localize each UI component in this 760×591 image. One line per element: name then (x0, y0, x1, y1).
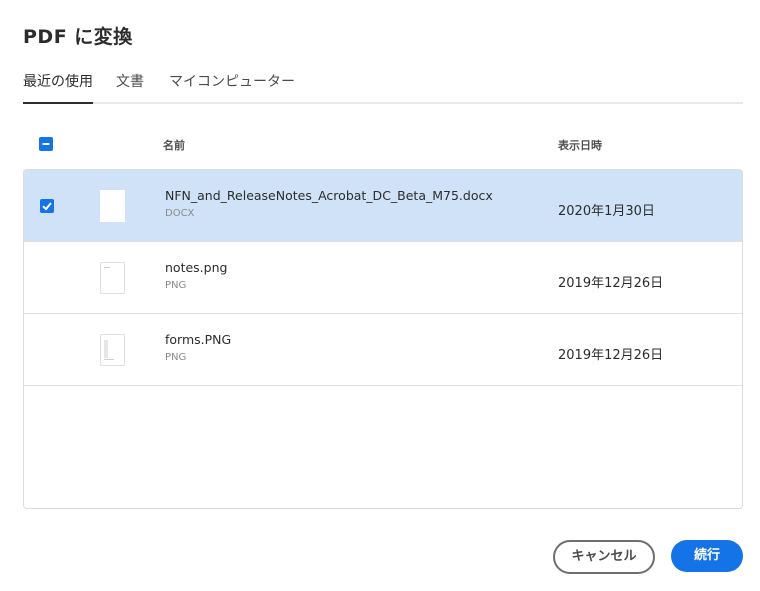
file-name[interactable]: NFN_and_ReleaseNotes_Acrobat_DC_Beta_M75… (165, 188, 493, 203)
cancel-button[interactable]: キャンセル (553, 540, 655, 574)
file-type: PNG (165, 352, 187, 363)
file-type: PNG (165, 280, 187, 291)
column-header-date[interactable]: 表示日時 (558, 137, 602, 153)
minus-icon (42, 143, 50, 145)
column-header-name[interactable]: 名前 (163, 137, 185, 153)
file-date: 2019年12月26日 (558, 348, 664, 363)
tab-documents[interactable]: 文書 (116, 71, 144, 91)
table-row[interactable]: NFN_and_ReleaseNotes_Acrobat_DC_Beta_M75… (24, 170, 742, 242)
tab-bar: 最近の使用 文書 マイコンピューター (23, 68, 743, 104)
dialog-title: PDF に変換 (23, 26, 133, 48)
file-thumbnail (100, 262, 125, 294)
select-all-checkbox[interactable] (39, 137, 53, 151)
file-date: 2019年12月26日 (558, 276, 664, 291)
check-icon (42, 202, 52, 211)
table-row[interactable]: notes.png PNG 2019年12月26日 (24, 242, 742, 314)
tab-my-computer[interactable]: マイコンピューター (169, 71, 295, 91)
file-name[interactable]: notes.png (165, 260, 227, 275)
file-name[interactable]: forms.PNG (165, 332, 231, 347)
tab-recent[interactable]: 最近の使用 (23, 71, 93, 91)
active-tab-indicator (23, 102, 93, 104)
table-row[interactable]: forms.PNG PNG 2019年12月26日 (24, 314, 742, 386)
file-type: DOCX (165, 208, 195, 219)
row-checkbox[interactable] (40, 199, 54, 213)
file-table: NFN_and_ReleaseNotes_Acrobat_DC_Beta_M75… (23, 169, 743, 509)
file-thumbnail (100, 334, 125, 366)
continue-button[interactable]: 続行 (671, 540, 743, 572)
file-date: 2020年1月30日 (558, 204, 655, 219)
file-thumbnail (100, 190, 125, 222)
